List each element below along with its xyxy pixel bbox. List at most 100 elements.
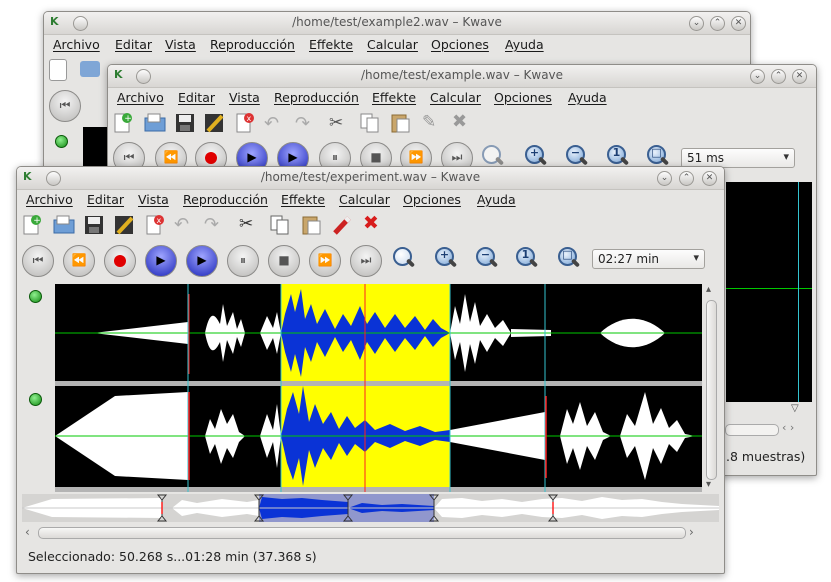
stop-button[interactable]: ■	[268, 245, 300, 277]
new-file-icon[interactable]: +	[112, 112, 134, 134]
maximize-button[interactable]: ⌃	[710, 16, 725, 31]
menu-calcular[interactable]: Calcular	[367, 37, 418, 52]
channel-2-enable-led[interactable]	[29, 393, 42, 406]
menu-archivo[interactable]: Archivo	[26, 192, 73, 207]
open-file-icon[interactable]	[52, 214, 76, 236]
scroll-left-arrow[interactable]: ‹	[25, 525, 30, 539]
copy-icon[interactable]	[359, 112, 381, 134]
forward-to-end-button[interactable]: ⏭	[350, 245, 382, 277]
save-icon[interactable]	[83, 214, 105, 236]
menu-opciones[interactable]: Opciones	[431, 37, 489, 52]
record-button[interactable]	[104, 245, 136, 277]
zoom-in-icon[interactable]: +	[433, 246, 459, 272]
overview-strip[interactable]	[22, 494, 719, 522]
zoom-combo[interactable]: 02:27 min ▾	[592, 249, 705, 269]
scroll-right-arrow[interactable]: ›	[689, 525, 694, 539]
open-file-icon[interactable]	[80, 61, 100, 77]
menu-calcular[interactable]: Calcular	[430, 90, 481, 105]
zero-line	[726, 288, 812, 289]
menu-reproduccion[interactable]: Reproducción	[274, 90, 359, 105]
menu-effekte[interactable]: Effekte	[309, 37, 353, 52]
channel-enable-led[interactable]	[55, 135, 68, 148]
zoom-normal-icon[interactable]: 1	[514, 246, 540, 272]
scrollbar-horizontal[interactable]	[725, 424, 779, 436]
channel-1-enable-led[interactable]	[29, 290, 42, 303]
menu-editar[interactable]: Editar	[87, 192, 124, 207]
paste-icon[interactable]	[300, 214, 322, 236]
close-file-icon[interactable]: x	[234, 112, 256, 134]
shade-button[interactable]: ⌄	[750, 69, 765, 84]
zoom-combo[interactable]: 51 ms ▾	[681, 148, 795, 168]
menu-effekte[interactable]: Effekte	[372, 90, 416, 105]
pause-button[interactable]: ⏸	[227, 245, 259, 277]
shade-button[interactable]: ⌄	[657, 171, 672, 186]
delete-icon[interactable]: ✖	[363, 212, 379, 234]
menu-archivo[interactable]: Archivo	[53, 37, 100, 52]
menu-vista[interactable]: Vista	[138, 192, 169, 207]
channel-divider	[55, 381, 702, 386]
menu-effekte[interactable]: Effekte	[281, 192, 325, 207]
cut-icon[interactable]: ✂	[329, 113, 343, 133]
titlebar[interactable]: K /home/test/example.wav – Kwave ⌄ ⌃ ✕	[108, 65, 816, 88]
titlebar[interactable]: K /home/test/example2.wav – Kwave ⌄ ⌃ ✕	[44, 12, 750, 35]
menu-ayuda[interactable]: Ayuda	[477, 192, 516, 207]
window-title: /home/test/example2.wav – Kwave	[292, 15, 502, 29]
delete-icon[interactable]: ✖	[452, 111, 467, 132]
menu-reproduccion[interactable]: Reproducción	[210, 37, 295, 52]
menu-reproduccion[interactable]: Reproducción	[183, 192, 268, 207]
svg-text:+: +	[33, 216, 41, 226]
play-button[interactable]: ▶	[145, 245, 177, 277]
undo-icon[interactable]: ↶	[264, 113, 279, 134]
signal-view[interactable]	[55, 284, 702, 492]
menu-ayuda[interactable]: Ayuda	[568, 90, 607, 105]
save-icon[interactable]	[174, 112, 196, 134]
scroll-down-arrow[interactable]: ▾	[706, 479, 711, 490]
scroll-arrows[interactable]: ‹ ›	[782, 421, 794, 434]
close-button[interactable]: ✕	[702, 171, 717, 186]
menu-editar[interactable]: Editar	[115, 37, 152, 52]
zoom-selection-icon[interactable]	[391, 246, 417, 272]
new-file-icon[interactable]	[49, 59, 67, 81]
paste-icon[interactable]	[389, 112, 411, 134]
redo-icon[interactable]: ↷	[204, 214, 219, 235]
close-file-icon[interactable]: x	[144, 214, 166, 236]
erase-icon[interactable]	[331, 214, 353, 236]
save-as-icon[interactable]	[203, 112, 225, 134]
close-button[interactable]: ✕	[731, 16, 746, 31]
rewind-to-start-button[interactable]: ⏮	[22, 245, 54, 277]
menu-archivo[interactable]: Archivo	[117, 90, 164, 105]
rewind-button[interactable]: ⏪	[63, 245, 95, 277]
maximize-button[interactable]: ⌃	[679, 171, 694, 186]
menu-opciones[interactable]: Opciones	[403, 192, 461, 207]
menu-ayuda[interactable]: Ayuda	[505, 37, 544, 52]
open-file-icon[interactable]	[143, 112, 167, 134]
zoom-all-icon[interactable]: □	[556, 246, 582, 272]
menu-opciones[interactable]: Opciones	[494, 90, 552, 105]
menu-editar[interactable]: Editar	[178, 90, 215, 105]
cut-icon[interactable]: ✂	[239, 214, 253, 234]
rewind-to-start-button[interactable]: ⏮	[49, 90, 81, 122]
menu-vista[interactable]: Vista	[229, 90, 260, 105]
scroll-thumb[interactable]	[706, 300, 717, 480]
redo-icon[interactable]: ↷	[295, 113, 310, 134]
new-file-icon[interactable]: +	[21, 214, 43, 236]
save-as-icon[interactable]	[113, 214, 135, 236]
menu-calcular[interactable]: Calcular	[339, 192, 390, 207]
undo-icon[interactable]: ↶	[174, 214, 189, 235]
scroll-up-arrow[interactable]: ▴	[706, 284, 711, 295]
scrollbar-vertical[interactable]: ▴ ▾	[705, 284, 717, 492]
copy-icon[interactable]	[269, 214, 291, 236]
chevron-down-icon: ▾	[693, 251, 699, 264]
erase-icon[interactable]: ✎	[422, 112, 436, 132]
menu-vista[interactable]: Vista	[165, 37, 196, 52]
loop-play-button[interactable]: ▶	[186, 245, 218, 277]
maximize-button[interactable]: ⌃	[771, 69, 786, 84]
shade-button[interactable]: ⌄	[689, 16, 704, 31]
kwave-window-experiment[interactable]: K /home/test/experiment.wav – Kwave ⌄ ⌃ …	[16, 166, 725, 574]
scrollbar-horizontal[interactable]	[38, 527, 686, 539]
signal-view[interactable]	[726, 182, 812, 402]
titlebar[interactable]: K /home/test/experiment.wav – Kwave ⌄ ⌃ …	[17, 167, 724, 190]
forward-button[interactable]: ⏩	[309, 245, 341, 277]
zoom-out-icon[interactable]: −	[474, 246, 500, 272]
close-button[interactable]: ✕	[792, 69, 807, 84]
